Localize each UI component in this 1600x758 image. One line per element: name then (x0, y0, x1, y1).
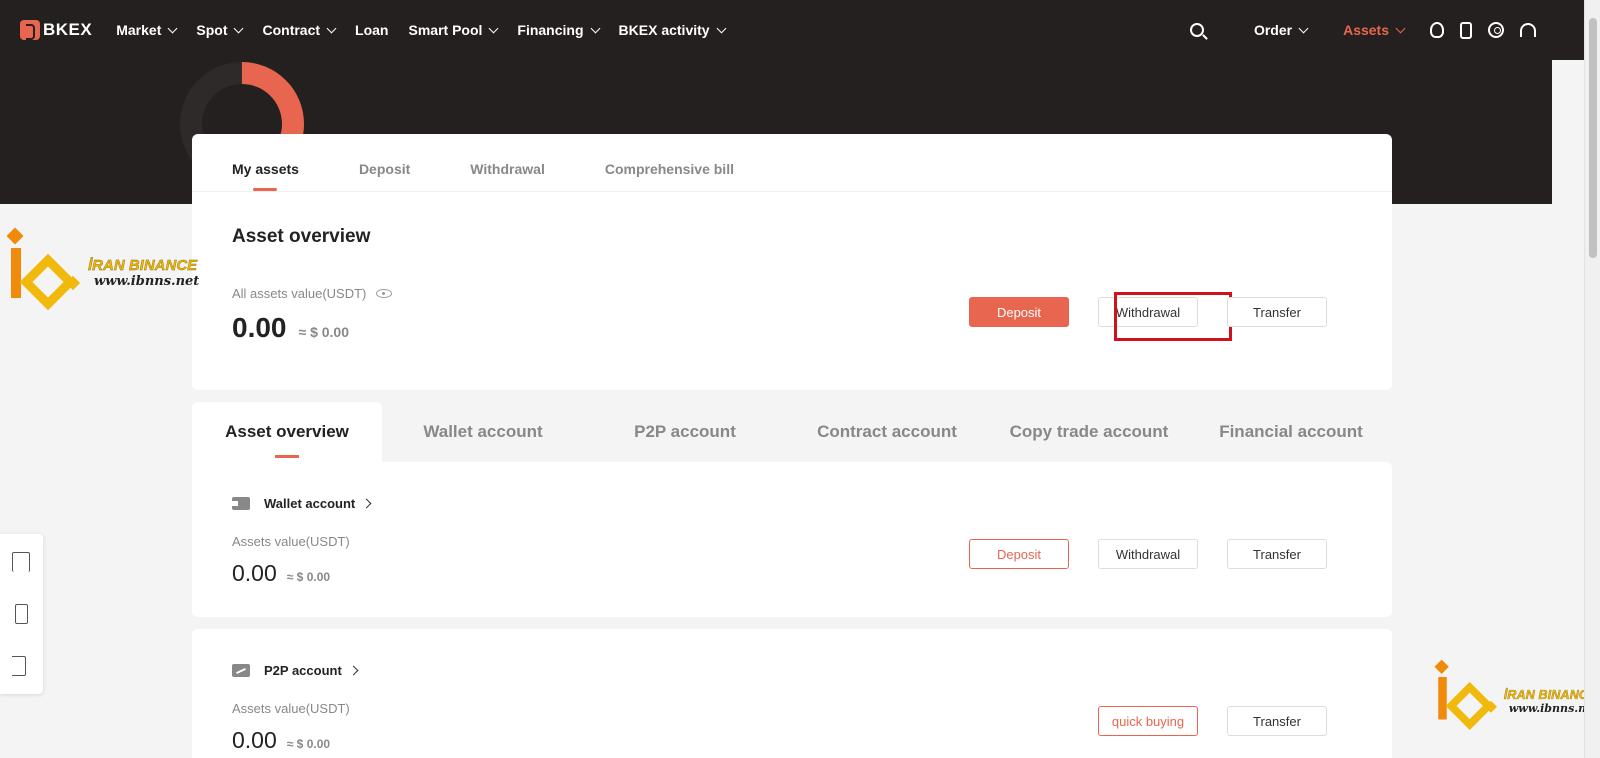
nav-order[interactable]: Order (1253, 22, 1309, 38)
nav-bkex-activity[interactable]: BKEX activity (618, 22, 727, 38)
subtab-wallet-account[interactable]: Wallet account (382, 402, 584, 462)
p2p-account-link[interactable]: P2P account (232, 663, 359, 678)
tab-comprehensive-bill[interactable]: Comprehensive bill (605, 161, 734, 191)
side-toolbar (0, 534, 43, 694)
all-assets-label-text: All assets value(USDT) (232, 286, 367, 301)
mobile-icon[interactable] (1460, 21, 1472, 39)
p2p-assets-value: 0.00 ≈ $ 0.00 (232, 727, 330, 754)
chevron-down-icon (234, 23, 244, 33)
subtab-copy-trade-account[interactable]: Copy trade account (988, 402, 1190, 462)
watermark-left: İRAN BINANCE www.ibnns.net (6, 227, 200, 326)
nav-smart-pool[interactable]: Smart Pool (408, 22, 499, 38)
user-icon[interactable] (1430, 22, 1444, 38)
subtab-financial-account[interactable]: Financial account (1190, 402, 1392, 462)
page-scrollbar[interactable] (1584, 0, 1600, 758)
my-assets-card: My assets Deposit Withdrawal Comprehensi… (192, 134, 1392, 390)
search-icon[interactable] (1189, 23, 1204, 37)
chevron-right-icon (361, 498, 372, 509)
deposit-button[interactable]: Deposit (969, 297, 1069, 327)
wallet-withdrawal-button[interactable]: Withdrawal (1098, 539, 1198, 569)
all-assets-label: All assets value(USDT) (232, 286, 393, 301)
nav-financing[interactable]: Financing (517, 22, 600, 38)
total-value: 0.00 (232, 312, 287, 343)
layout-icon[interactable] (12, 552, 30, 572)
p2p-account-card: P2P account Assets value(USDT) 0.00 ≈ $ … (192, 629, 1392, 758)
scrollbar-thumb[interactable] (1589, 18, 1597, 258)
asset-overview-title: Asset overview (232, 226, 371, 247)
asset-tabs: My assets Deposit Withdrawal Comprehensi… (192, 134, 1392, 192)
chevron-down-icon (167, 23, 178, 33)
watermark-url: www.ibnns.net (94, 274, 200, 289)
logo-text: BKEX (43, 20, 93, 39)
wallet-deposit-button[interactable]: Deposit (969, 539, 1069, 569)
wallet-value-usd: ≈ $ 0.00 (286, 570, 331, 584)
chevron-down-icon (326, 23, 337, 33)
watermark-right: İRAN BINANCE www.ibnns.net (1434, 659, 1598, 743)
wallet-account-card: Wallet account Assets value(USDT) 0.00 ≈… (192, 462, 1392, 617)
subtab-p2p-account[interactable]: P2P account (584, 402, 786, 462)
nav-spot-label: Spot (196, 22, 228, 38)
p2p-value: 0.00 (232, 727, 277, 753)
all-assets-value: 0.00 ≈ $ 0.00 (232, 312, 349, 344)
total-value-usd: ≈ $ 0.00 (298, 324, 350, 340)
nav-activity-label: BKEX activity (618, 22, 710, 38)
nav-contract[interactable]: Contract (262, 22, 337, 38)
wallet-transfer-button[interactable]: Transfer (1227, 539, 1327, 569)
watermark-name: İRAN BINANCE (88, 257, 198, 274)
wallet-value: 0.00 (232, 560, 277, 586)
p2p-value-usd: ≈ $ 0.00 (286, 737, 331, 751)
iran-binance-logo-icon (6, 227, 84, 326)
mobile-icon[interactable] (15, 604, 28, 624)
chevron-down-icon (590, 23, 600, 33)
nav-loan[interactable]: Loan (355, 22, 388, 38)
nav-loan-label: Loan (355, 22, 389, 38)
tab-withdrawal[interactable]: Withdrawal (470, 161, 545, 191)
nav-order-label: Order (1253, 22, 1293, 38)
tab-deposit[interactable]: Deposit (359, 161, 410, 191)
nav-market-label: Market (116, 22, 162, 38)
language-icon[interactable] (1488, 22, 1504, 38)
eye-icon[interactable] (376, 289, 393, 298)
nav-right: Order Assets (1182, 21, 1584, 39)
quick-buying-button[interactable]: quick buying (1098, 706, 1198, 736)
wallet-assets-label: Assets value(USDT) (232, 534, 350, 549)
transfer-button[interactable]: Transfer (1227, 297, 1327, 327)
bkex-logo-icon (20, 20, 40, 40)
nav-assets[interactable]: Assets (1343, 22, 1406, 38)
subtab-contract-account[interactable]: Contract account (786, 402, 988, 462)
wallet-icon (232, 497, 250, 510)
nav-smart-pool-label: Smart Pool (408, 22, 483, 38)
nav-assets-label: Assets (1343, 22, 1389, 38)
p2p-account-title: P2P account (264, 663, 342, 678)
announcement-icon[interactable] (12, 656, 26, 676)
wallet-account-title: Wallet account (264, 496, 356, 511)
support-icon[interactable] (1520, 23, 1536, 37)
nav-contract-label: Contract (262, 22, 321, 38)
nav-market[interactable]: Market (116, 22, 178, 38)
nav-spot[interactable]: Spot (196, 22, 244, 38)
chevron-right-icon (348, 665, 359, 676)
chevron-down-icon (488, 23, 499, 33)
nav-financing-label: Financing (517, 22, 584, 38)
chart-icon (232, 664, 250, 677)
p2p-transfer-button[interactable]: Transfer (1227, 706, 1327, 736)
wallet-assets-value: 0.00 ≈ $ 0.00 (232, 560, 330, 587)
account-tabs: Asset overview Wallet account P2P accoun… (192, 402, 1392, 462)
iran-binance-logo-icon (1434, 659, 1500, 743)
top-navigation: BKEX Market Spot Contract Loan Smart Poo… (0, 0, 1584, 60)
highlight-annotation (1114, 292, 1232, 341)
wallet-account-link[interactable]: Wallet account (232, 496, 372, 511)
chevron-down-icon (1298, 23, 1309, 33)
tab-my-assets[interactable]: My assets (232, 161, 299, 191)
chevron-down-icon (1395, 23, 1406, 33)
subtab-asset-overview[interactable]: Asset overview (192, 402, 382, 462)
chevron-down-icon (716, 23, 727, 33)
logo[interactable]: BKEX (20, 20, 92, 40)
p2p-assets-label: Assets value(USDT) (232, 701, 350, 716)
